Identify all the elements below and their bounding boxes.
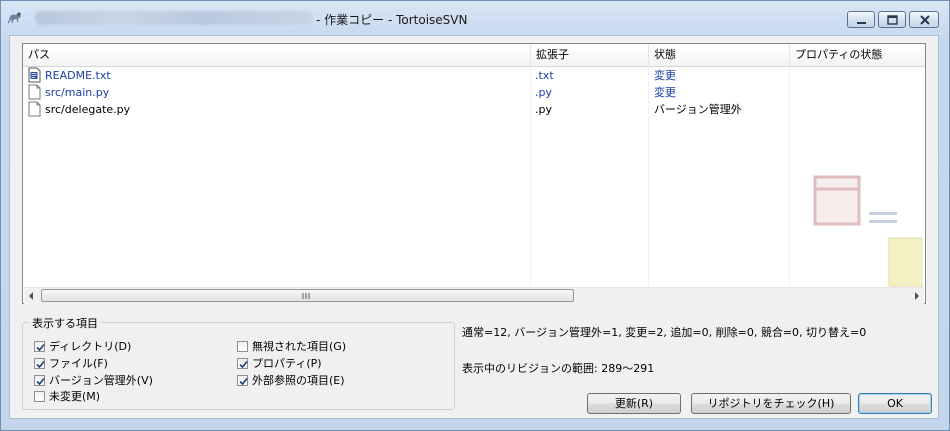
check-repository-button[interactable]: リポジトリをチェック(H) [691, 393, 851, 414]
checkbox-box[interactable] [34, 375, 45, 386]
checkmark-icon [239, 360, 248, 369]
file-icon [28, 84, 41, 100]
file-list[interactable]: パス 拡張子 状態 プロパティの状態 README.txt .txt 変更 sr… [22, 43, 926, 304]
file-icon [28, 101, 41, 117]
checkbox-label: バージョン管理外(V) [49, 374, 153, 387]
scrollbar-grip-icon [302, 293, 310, 299]
checkbox-box[interactable] [237, 358, 248, 369]
row-extension: .txt [535, 69, 554, 82]
row-status: 変更 [654, 86, 676, 99]
table-row[interactable]: src/delegate.py .py バージョン管理外 [23, 101, 803, 118]
list-header: パス 拡張子 状態 プロパティの状態 [23, 44, 925, 67]
ok-button[interactable]: OK [858, 393, 932, 414]
column-header-property-status[interactable]: プロパティの状態 [790, 44, 925, 66]
checkmark-icon [36, 343, 45, 352]
checkbox-label: 未変更(M) [49, 390, 101, 403]
revision-range: 表示中のリビジョンの範囲: 289〜291 [462, 362, 655, 375]
row-extension: .py [535, 103, 552, 116]
checkmark-icon [36, 360, 45, 369]
table-row[interactable]: src/main.py .py 変更 [23, 84, 803, 101]
maximize-button[interactable] [878, 11, 906, 28]
title-bar[interactable]: - 作業コピー - TortoiseSVN [1, 1, 949, 35]
group-legend: 表示する項目 [29, 315, 101, 331]
row-extension: .py [535, 86, 552, 99]
horizontal-scrollbar[interactable] [24, 287, 924, 304]
scroll-left-icon[interactable] [24, 288, 40, 304]
scroll-right-icon[interactable] [908, 288, 924, 304]
row-status: バージョン管理外 [654, 103, 742, 116]
row-path: src/delegate.py [45, 103, 131, 116]
checkbox-label: 外部参照の項目(E) [252, 374, 345, 387]
checkbox-box[interactable] [237, 341, 248, 352]
row-status: 変更 [654, 69, 676, 82]
column-header-extension[interactable]: 拡張子 [531, 44, 649, 66]
scrollbar-thumb[interactable] [41, 289, 574, 302]
dialog-body: パス 拡張子 状態 プロパティの状態 README.txt .txt 変更 sr… [9, 35, 939, 419]
minimize-button[interactable] [847, 11, 875, 28]
status-summary: 通常=12, バージョン管理外=1, 変更=2, 追加=0, 削除=0, 競合=… [462, 326, 867, 339]
blurred-path [35, 11, 313, 25]
minimize-icon [857, 22, 866, 24]
checkbox-label: ディレクトリ(D) [49, 340, 132, 353]
checkbox-label: 無視された項目(G) [252, 340, 347, 353]
checkmark-icon [36, 377, 45, 386]
checkbox-box[interactable] [237, 375, 248, 386]
checkmark-icon [239, 377, 248, 386]
checkbox-box[interactable] [34, 391, 45, 402]
window-title: - 作業コピー - TortoiseSVN [316, 13, 468, 27]
row-path: README.txt [45, 69, 111, 82]
display-options-group: 表示する項目 ディレクトリ(D) ファイル(F) バージョン管理外(V) 未変更… [22, 315, 455, 410]
compare-watermark-icon [813, 175, 923, 287]
text-file-icon [28, 67, 41, 83]
maximize-icon [887, 15, 898, 25]
dialog-window: - 作業コピー - TortoiseSVN パス 拡張子 状態 プロパティの状態 [0, 0, 950, 431]
row-path: src/main.py [45, 86, 110, 99]
checkbox-box[interactable] [34, 358, 45, 369]
checkbox-label: プロパティ(P) [252, 357, 322, 370]
column-header-status[interactable]: 状態 [649, 44, 790, 66]
close-button[interactable] [909, 11, 939, 28]
column-header-path[interactable]: パス [23, 44, 531, 66]
refresh-button[interactable]: 更新(R) [587, 393, 681, 414]
checkbox-box[interactable] [34, 341, 45, 352]
checkbox-label: ファイル(F) [49, 357, 108, 370]
tortoisesvn-icon [7, 12, 21, 24]
table-row[interactable]: README.txt .txt 変更 [23, 67, 803, 84]
close-icon [920, 15, 930, 25]
